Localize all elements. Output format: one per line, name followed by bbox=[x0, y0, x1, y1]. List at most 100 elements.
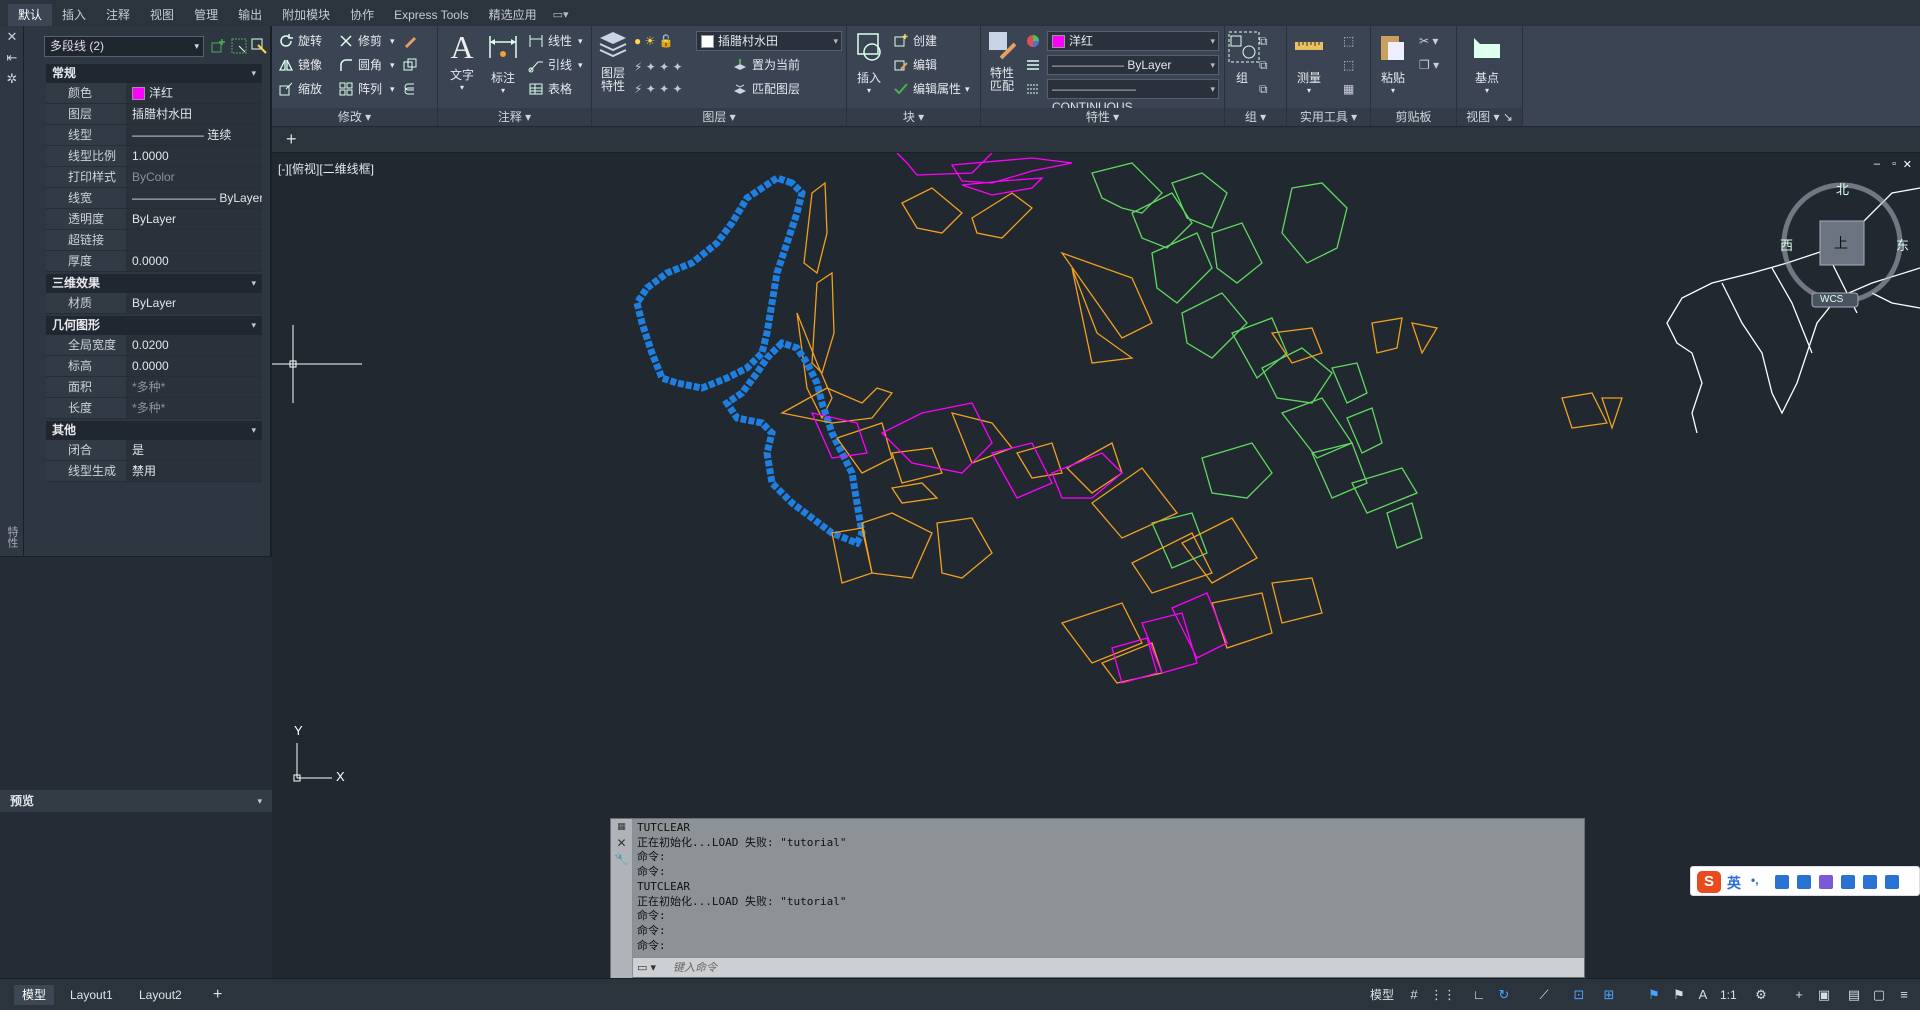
viewcube-east[interactable]: 东 bbox=[1896, 235, 1909, 254]
panel-title-utilities[interactable]: 实用工具 ▾ bbox=[1287, 108, 1370, 126]
lineweight-display-icon[interactable]: ⊞ bbox=[1600, 986, 1618, 1004]
prop-value[interactable]: 插腊村水田 bbox=[126, 104, 262, 124]
prop-value[interactable]: 禁用 bbox=[126, 461, 262, 481]
ribbon-tab-2[interactable]: 注释 bbox=[96, 4, 140, 26]
units-icon[interactable]: ▣ bbox=[1815, 986, 1833, 1004]
panel-title-modify[interactable]: 修改 ▾ bbox=[272, 108, 437, 126]
prop-value[interactable]: ——————— ByLayer bbox=[126, 188, 262, 208]
isodraft-icon[interactable]: ⟋ bbox=[1535, 986, 1553, 1004]
layout-tab-layout2[interactable]: Layout2 bbox=[131, 985, 190, 1005]
prop-row[interactable]: 透明度 ByLayer bbox=[46, 209, 262, 230]
ribbon-tab-5[interactable]: 输出 bbox=[228, 4, 272, 26]
preview-header[interactable]: 预览 ▾ bbox=[0, 790, 272, 812]
ribbon-tab-3[interactable]: 视图 bbox=[140, 4, 184, 26]
panel-title-view[interactable]: 视图 ▾ ↘ bbox=[1457, 108, 1522, 126]
panel-title-properties[interactable]: 特性 ▾ bbox=[981, 108, 1224, 126]
prop-section-header[interactable]: 常规 ▾ bbox=[46, 64, 262, 83]
osnap-icon[interactable]: ⊡ bbox=[1570, 986, 1588, 1004]
set-current-button[interactable]: 置为当前 bbox=[732, 54, 800, 76]
viewcube-north[interactable]: 北 bbox=[1836, 179, 1849, 198]
panel-title-groups[interactable]: 组 ▾ bbox=[1225, 108, 1286, 126]
edit-attributes-button[interactable]: 编辑属性 ▾ bbox=[893, 78, 970, 100]
prop-value[interactable]: 洋红 bbox=[126, 83, 262, 103]
ribbon-tab-6[interactable]: 附加模块 bbox=[272, 4, 340, 26]
customize-status-icon[interactable]: ≡ bbox=[1895, 986, 1913, 1004]
quick-properties-icon[interactable]: ▤ bbox=[1845, 986, 1863, 1004]
ime-toolbox-icon[interactable] bbox=[1863, 875, 1877, 889]
layer-dropdown[interactable]: 插腊村水田 ▾ bbox=[696, 31, 842, 51]
prop-row[interactable]: 长度 *多种* bbox=[46, 398, 262, 419]
color-dropdown[interactable]: 洋红 ▾ bbox=[1047, 31, 1219, 51]
viewport-controls-label[interactable]: [-][俯视][二维线框] bbox=[278, 160, 374, 177]
prop-row[interactable]: 打印样式 ByColor bbox=[46, 167, 262, 188]
ribbon-options-button[interactable]: ▭▾ bbox=[553, 4, 569, 26]
snap-icon[interactable]: ⋮⋮ bbox=[1430, 986, 1456, 1004]
erase-button[interactable] bbox=[402, 30, 422, 52]
ime-mic-icon[interactable] bbox=[1775, 875, 1789, 889]
command-input[interactable]: ▭ ▾ 键入命令 bbox=[633, 957, 1584, 977]
prop-section-header[interactable]: 其他 ▾ bbox=[46, 421, 262, 440]
group-select[interactable]: ⧉ bbox=[1259, 78, 1268, 100]
prop-section-header[interactable]: 几何图形 ▾ bbox=[46, 316, 262, 335]
layout-tab-layout1[interactable]: Layout1 bbox=[62, 985, 121, 1005]
copy-clip-button[interactable]: ❐ ▾ bbox=[1419, 54, 1439, 76]
match-properties-button[interactable]: 特性 匹配 bbox=[985, 28, 1019, 93]
viewport-restore-button[interactable]: ▫ bbox=[1892, 158, 1896, 170]
ribbon-tab-0[interactable]: 默认 bbox=[8, 4, 53, 26]
layer-properties-button[interactable]: 图层 特性 bbox=[596, 28, 630, 93]
ime-keyboard-icon[interactable] bbox=[1797, 875, 1811, 889]
command-line-handle[interactable]: ▦ ✕ 🔧 bbox=[611, 819, 633, 979]
group-edit[interactable]: ⧉ bbox=[1259, 54, 1268, 76]
ribbon-tab-8[interactable]: Express Tools bbox=[384, 4, 478, 26]
clean-screen-icon[interactable]: ▢ bbox=[1870, 986, 1888, 1004]
prop-value[interactable]: ByLayer bbox=[126, 293, 262, 313]
panel-title-block[interactable]: 块 ▾ bbox=[847, 108, 980, 126]
viewcube[interactable]: 北 南 西 东 上 WCS bbox=[1772, 163, 1912, 333]
prop-value[interactable] bbox=[126, 230, 262, 250]
mirror-button[interactable]: 镜像 bbox=[278, 54, 322, 76]
prop-value[interactable]: —————— 连续 bbox=[126, 125, 262, 145]
polar-icon[interactable]: ↻ bbox=[1495, 986, 1513, 1004]
linear-dim-button[interactable]: 线性 ▾ bbox=[528, 30, 583, 52]
color-wheel[interactable] bbox=[1025, 30, 1045, 52]
ime-toolbar[interactable]: S 英 •, bbox=[1690, 866, 1920, 896]
table-button[interactable]: 表格 bbox=[528, 78, 572, 100]
leader-button[interactable]: 引线 ▾ bbox=[528, 54, 583, 76]
linetype-dropdown[interactable]: ——————— CONTINUOUS ▾ bbox=[1047, 79, 1219, 114]
ime-punct-icon[interactable]: •, bbox=[1751, 873, 1759, 887]
prop-row[interactable]: 线型比例 1.0000 bbox=[46, 146, 262, 167]
settings-icon[interactable]: ✲ bbox=[2, 71, 22, 89]
dimension-button[interactable]: 标注 ▾ bbox=[484, 30, 522, 95]
viewport-close-button[interactable]: ✕ bbox=[1903, 158, 1912, 171]
viewcube-top-face[interactable]: 上 bbox=[1834, 233, 1848, 253]
prop-value[interactable]: *多种* bbox=[126, 377, 262, 397]
annotation-scale-value[interactable]: 1:1 bbox=[1712, 985, 1745, 1005]
fillet-button[interactable]: 圆角 ▾ bbox=[338, 54, 395, 76]
panel-title-clipboard[interactable]: 剪贴板 bbox=[1371, 108, 1456, 126]
group-button[interactable]: 组 bbox=[1227, 30, 1260, 86]
layer-state-icons[interactable]: ● ☀ 🔓 bbox=[634, 30, 674, 52]
select-all-button[interactable]: ⬚ bbox=[1343, 54, 1354, 76]
wcs-menu[interactable]: WCS bbox=[1820, 294, 1843, 305]
prop-row[interactable]: 线型生成 禁用 bbox=[46, 461, 262, 482]
prop-row[interactable]: 超链接 bbox=[46, 230, 262, 251]
annotation-visibility-icon[interactable]: ⚑ bbox=[1645, 986, 1663, 1004]
edit-block-button[interactable]: 编辑 bbox=[893, 54, 937, 76]
lineweight-dropdown[interactable]: —————— ByLayer ▾ bbox=[1047, 55, 1219, 75]
prop-row[interactable]: 材质 ByLayer bbox=[46, 293, 262, 314]
collapse-icon[interactable]: ▾ bbox=[251, 316, 256, 335]
ribbon-tab-9[interactable]: 精选应用 bbox=[479, 4, 547, 26]
rotate-button[interactable]: 旋转 bbox=[278, 30, 322, 52]
grid-icon[interactable]: # bbox=[1405, 986, 1423, 1004]
collapse-icon[interactable]: ▾ bbox=[251, 64, 256, 83]
layer-tools-row1[interactable]: ⚡ ✦ ✦ ✦ bbox=[634, 56, 683, 78]
close-icon[interactable]: ✕ bbox=[2, 29, 22, 47]
command-customize-icon[interactable]: 🔧 bbox=[611, 852, 632, 866]
scale-button[interactable]: 缩放 bbox=[278, 78, 322, 100]
calculator-button[interactable]: ▦ bbox=[1343, 78, 1354, 100]
offset-button[interactable] bbox=[402, 78, 422, 100]
selection-dropdown[interactable]: 多段线 (2) ▾ bbox=[44, 36, 204, 57]
array-button[interactable]: 阵列 ▾ bbox=[338, 78, 395, 100]
viewcube-west[interactable]: 西 bbox=[1780, 235, 1793, 254]
layout-tab-model[interactable]: 模型 bbox=[14, 985, 55, 1005]
